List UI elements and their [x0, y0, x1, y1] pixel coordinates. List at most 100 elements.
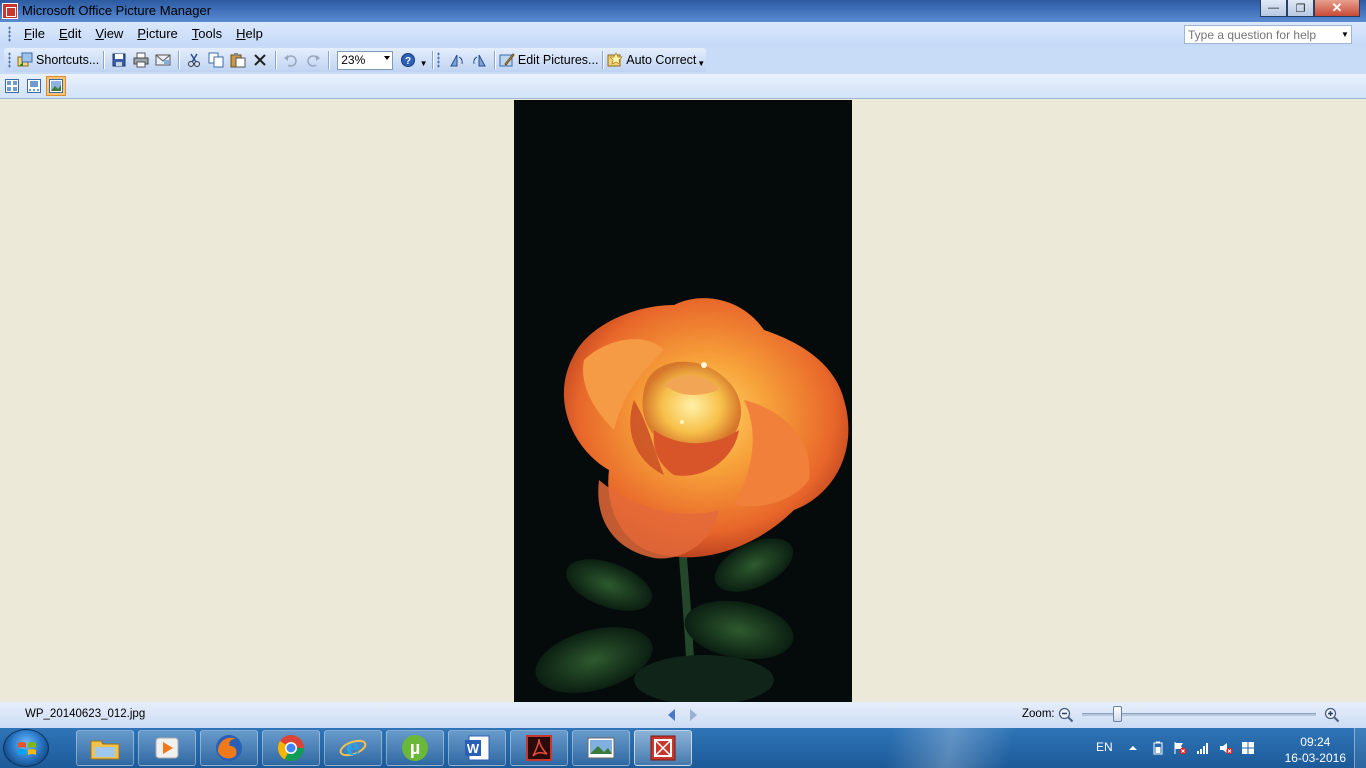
help-question-box: ▼	[1184, 25, 1352, 44]
picture-workspace	[0, 99, 1366, 702]
paste-icon	[230, 53, 246, 68]
single-picture-view-button[interactable]	[46, 76, 66, 96]
folder-icon	[90, 740, 120, 760]
action-center-flag-icon[interactable]	[1173, 741, 1187, 755]
window-controls: — ❐ ✕	[1260, 0, 1360, 18]
previous-picture-arrow-icon[interactable]	[668, 709, 675, 721]
cut-button[interactable]	[183, 50, 205, 70]
delete-x-icon	[254, 54, 267, 66]
zoom-out-magnifier-icon	[1058, 707, 1074, 723]
menu-edit[interactable]: Edit	[52, 24, 88, 44]
standard-toolbar: Shortcuts... 23% ? ▼ Edit Pictures... Au…	[0, 46, 1366, 74]
single-picture-view-icon	[49, 79, 63, 93]
svg-text:W: W	[467, 741, 480, 756]
menu-grip-handle[interactable]	[8, 26, 11, 42]
toolbar-strip: Shortcuts... 23% ? ▼ Edit Pictures... Au…	[4, 48, 706, 72]
taskbar-media-player[interactable]	[138, 730, 196, 766]
help-dropdown-arrow-icon[interactable]: ▼	[1339, 26, 1351, 43]
show-hidden-icons-arrow-icon[interactable]	[1126, 741, 1140, 755]
redo-button[interactable]	[302, 50, 324, 70]
taskbar-explorer[interactable]	[76, 730, 134, 766]
undo-button[interactable]	[280, 50, 302, 70]
svg-text:e: e	[346, 735, 360, 761]
rotate-left-button[interactable]	[446, 50, 468, 70]
start-button[interactable]	[3, 729, 49, 767]
word-icon: W	[465, 735, 490, 761]
menu-tools[interactable]: Tools	[185, 24, 229, 44]
network-signal-icon[interactable]	[1196, 741, 1210, 755]
copy-icon	[208, 52, 224, 68]
zoom-out-button[interactable]	[1058, 707, 1074, 726]
menu-view[interactable]: View	[88, 24, 130, 44]
zoom-slider-thumb[interactable]	[1113, 706, 1123, 722]
windows-store-icon[interactable]	[1241, 741, 1255, 755]
taskbar-word[interactable]: W	[448, 730, 506, 766]
restore-button[interactable]: ❐	[1287, 0, 1314, 17]
taskbar-photo-viewer[interactable]	[572, 730, 630, 766]
paste-button[interactable]	[227, 50, 249, 70]
save-button[interactable]	[108, 50, 130, 70]
auto-correct-icon	[607, 52, 624, 68]
taskbar-acrobat[interactable]	[510, 730, 568, 766]
auto-correct-label: Auto Correct	[626, 53, 697, 67]
shortcuts-button[interactable]: Shortcuts...	[17, 50, 100, 70]
show-desktop-button[interactable]	[1354, 728, 1366, 768]
close-button[interactable]: ✕	[1314, 0, 1360, 17]
help-question-icon: ?	[400, 53, 415, 67]
picture-manager-app-icon[interactable]	[2, 3, 18, 19]
print-button[interactable]	[130, 50, 152, 70]
menu-picture[interactable]: Picture	[130, 24, 184, 44]
filmstrip-view-button[interactable]	[24, 76, 44, 96]
volume-muted-icon[interactable]	[1219, 741, 1233, 755]
taskbar-picture-manager[interactable]	[634, 730, 692, 766]
zoom-in-button[interactable]	[1324, 707, 1340, 726]
rose-photo[interactable]	[514, 100, 852, 702]
email-button[interactable]	[152, 50, 174, 70]
filmstrip-view-icon	[27, 79, 41, 93]
shortcuts-label: Shortcuts...	[36, 53, 100, 67]
copy-button[interactable]	[205, 50, 227, 70]
menu-file[interactable]: File	[17, 24, 52, 44]
zoom-in-magnifier-icon	[1324, 707, 1340, 723]
zoom-combobox[interactable]: 23%	[337, 50, 393, 70]
rotate-right-button[interactable]	[468, 50, 490, 70]
help-question-input[interactable]	[1185, 27, 1335, 42]
clock-date: 16-03-2016	[1284, 751, 1346, 765]
taskbar-utorrent[interactable]: µ	[386, 730, 444, 766]
toolbar-grip-handle[interactable]	[8, 52, 11, 68]
auto-correct-button[interactable]: Auto Correct	[607, 50, 696, 70]
current-filename: WP_20140623_012.jpg	[25, 708, 146, 720]
menu-help[interactable]: Help	[229, 24, 270, 44]
minimize-button[interactable]: —	[1260, 0, 1287, 17]
taskbar-firefox[interactable]	[200, 730, 258, 766]
windows-taskbar: e µ W EN 09:24 16-03-2016	[0, 728, 1366, 768]
delete-button[interactable]	[249, 50, 271, 70]
toolbar-separator	[275, 51, 277, 69]
thumbnail-view-button[interactable]	[2, 76, 22, 96]
edit-pictures-icon	[499, 52, 515, 68]
picture-toolbar-options-chevron-icon[interactable]: ▼	[696, 50, 706, 70]
svg-text:?: ?	[405, 56, 411, 67]
title-bar[interactable]: Microsoft Office Picture Manager — ❐ ✕	[0, 0, 1366, 22]
next-picture-arrow-icon[interactable]	[690, 709, 697, 721]
taskbar-internet-explorer[interactable]: e	[324, 730, 382, 766]
rose-photo-image	[514, 100, 852, 702]
help-button[interactable]: ?	[397, 50, 419, 70]
picture-manager-window: Microsoft Office Picture Manager — ❐ ✕ F…	[0, 0, 1366, 728]
language-indicator[interactable]: EN	[1096, 740, 1113, 754]
picture-toolbar-grip-handle[interactable]	[437, 52, 441, 68]
restore-icon: ❐	[1295, 2, 1306, 15]
close-icon: ✕	[1331, 0, 1343, 15]
undo-icon	[284, 55, 298, 67]
zoom-dropdown-arrow-icon[interactable]	[383, 55, 390, 60]
clock-time: 09:24	[1300, 735, 1331, 749]
mail-pictures-icon	[155, 54, 171, 66]
toolbar-options-chevron-icon[interactable]: ▼	[419, 50, 429, 70]
toolbar-separator	[178, 51, 180, 69]
menu-bar: File Edit View Picture Tools Help ▼	[0, 22, 1366, 46]
view-mode-bar	[0, 74, 1366, 99]
battery-icon[interactable]	[1151, 741, 1165, 755]
taskbar-chrome[interactable]	[262, 730, 320, 766]
system-clock[interactable]: 09:24 16-03-2016	[1285, 734, 1346, 766]
edit-pictures-button[interactable]: Edit Pictures...	[499, 50, 598, 70]
